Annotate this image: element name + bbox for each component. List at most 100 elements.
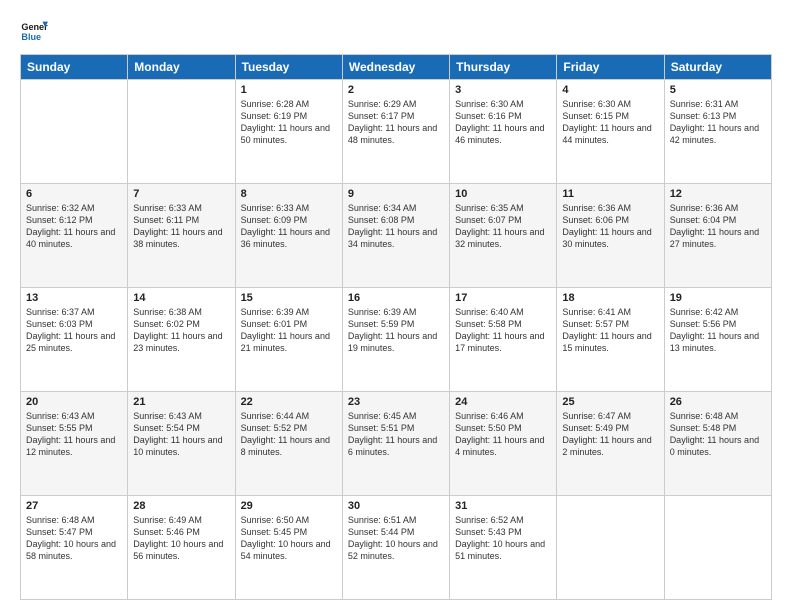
day-number: 13 [26, 292, 122, 304]
day-number: 27 [26, 500, 122, 512]
calendar-cell: 6 Sunrise: 6:32 AM Sunset: 6:12 PM Daylig… [21, 184, 128, 288]
calendar-table: SundayMondayTuesdayWednesdayThursdayFrid… [20, 54, 772, 600]
day-number: 7 [133, 188, 229, 200]
day-number: 28 [133, 500, 229, 512]
calendar-cell: 25 Sunrise: 6:47 AM Sunset: 5:49 PM Dayli… [557, 392, 664, 496]
day-number: 1 [241, 84, 337, 96]
day-number: 26 [670, 396, 766, 408]
day-content: Sunrise: 6:33 AM Sunset: 6:09 PM Dayligh… [241, 202, 337, 251]
calendar-cell: 18Sunrise: 6:41 AM Sunset: 5:57 PM Dayli… [557, 288, 664, 392]
calendar-week-1: 1 Sunrise: 6:28 AM Sunset: 6:19 PM Daylig… [21, 80, 772, 184]
calendar-cell: 28 Sunrise: 6:49 AM Sunset: 5:46 PM Dayli… [128, 496, 235, 600]
calendar-cell: 17 Sunrise: 6:40 AM Sunset: 5:58 PM Dayli… [450, 288, 557, 392]
day-number: 15 [241, 292, 337, 304]
calendar-week-2: 6 Sunrise: 6:32 AM Sunset: 6:12 PM Daylig… [21, 184, 772, 288]
calendar-cell: 13 Sunrise: 6:37 AM Sunset: 6:03 PM Dayli… [21, 288, 128, 392]
day-number: 17 [455, 292, 551, 304]
day-content: Sunrise: 6:48 AM Sunset: 5:48 PM Dayligh… [670, 410, 766, 459]
calendar-cell: 21Sunrise: 6:43 AM Sunset: 5:54 PM Dayli… [128, 392, 235, 496]
calendar-cell: 20Sunrise: 6:43 AM Sunset: 5:55 PM Dayli… [21, 392, 128, 496]
day-number: 8 [241, 188, 337, 200]
day-header-saturday: Saturday [664, 55, 771, 80]
logo-icon: General Blue [20, 16, 48, 44]
day-number: 16 [348, 292, 444, 304]
calendar-header-row: SundayMondayTuesdayWednesdayThursdayFrid… [21, 55, 772, 80]
calendar-cell: 24 Sunrise: 6:46 AM Sunset: 5:50 PM Dayli… [450, 392, 557, 496]
day-number: 25 [562, 396, 658, 408]
calendar-cell: 4 Sunrise: 6:30 AM Sunset: 6:15 PM Daylig… [557, 80, 664, 184]
calendar-week-3: 13 Sunrise: 6:37 AM Sunset: 6:03 PM Dayli… [21, 288, 772, 392]
calendar-cell: 22 Sunrise: 6:44 AM Sunset: 5:52 PM Dayli… [235, 392, 342, 496]
day-content: Sunrise: 6:50 AM Sunset: 5:45 PM Dayligh… [241, 514, 337, 563]
calendar-cell: 9 Sunrise: 6:34 AM Sunset: 6:08 PM Daylig… [342, 184, 449, 288]
day-content: Sunrise: 6:34 AM Sunset: 6:08 PM Dayligh… [348, 202, 444, 251]
day-content: Sunrise: 6:36 AM Sunset: 6:06 PM Dayligh… [562, 202, 658, 251]
calendar-cell [557, 496, 664, 600]
day-number: 31 [455, 500, 551, 512]
day-content: Sunrise: 6:30 AM Sunset: 6:15 PM Dayligh… [562, 98, 658, 147]
logo: General Blue [20, 16, 52, 44]
day-content: Sunrise: 6:46 AM Sunset: 5:50 PM Dayligh… [455, 410, 551, 459]
day-number: 5 [670, 84, 766, 96]
calendar-week-5: 27 Sunrise: 6:48 AM Sunset: 5:47 PM Dayli… [21, 496, 772, 600]
calendar-cell: 3 Sunrise: 6:30 AM Sunset: 6:16 PM Daylig… [450, 80, 557, 184]
day-header-thursday: Thursday [450, 55, 557, 80]
day-content: Sunrise: 6:49 AM Sunset: 5:46 PM Dayligh… [133, 514, 229, 563]
calendar-cell [664, 496, 771, 600]
day-content: Sunrise: 6:51 AM Sunset: 5:44 PM Dayligh… [348, 514, 444, 563]
day-number: 11 [562, 188, 658, 200]
calendar-cell: 14 Sunrise: 6:38 AM Sunset: 6:02 PM Dayli… [128, 288, 235, 392]
calendar-cell: 30Sunrise: 6:51 AM Sunset: 5:44 PM Dayli… [342, 496, 449, 600]
calendar-cell: 7 Sunrise: 6:33 AM Sunset: 6:11 PM Daylig… [128, 184, 235, 288]
day-number: 14 [133, 292, 229, 304]
day-content: Sunrise: 6:47 AM Sunset: 5:49 PM Dayligh… [562, 410, 658, 459]
day-number: 12 [670, 188, 766, 200]
day-content: Sunrise: 6:42 AM Sunset: 5:56 PM Dayligh… [670, 306, 766, 355]
page: General Blue SundayMondayTuesdayWednesda… [0, 0, 792, 612]
calendar-cell: 12 Sunrise: 6:36 AM Sunset: 6:04 PM Dayli… [664, 184, 771, 288]
calendar-cell: 8 Sunrise: 6:33 AM Sunset: 6:09 PM Daylig… [235, 184, 342, 288]
day-number: 24 [455, 396, 551, 408]
calendar-cell: 2Sunrise: 6:29 AM Sunset: 6:17 PM Daylig… [342, 80, 449, 184]
day-number: 10 [455, 188, 551, 200]
day-content: Sunrise: 6:43 AM Sunset: 5:54 PM Dayligh… [133, 410, 229, 459]
day-content: Sunrise: 6:30 AM Sunset: 6:16 PM Dayligh… [455, 98, 551, 147]
calendar-cell: 23Sunrise: 6:45 AM Sunset: 5:51 PM Dayli… [342, 392, 449, 496]
calendar-cell: 1 Sunrise: 6:28 AM Sunset: 6:19 PM Daylig… [235, 80, 342, 184]
day-number: 6 [26, 188, 122, 200]
day-content: Sunrise: 6:40 AM Sunset: 5:58 PM Dayligh… [455, 306, 551, 355]
header: General Blue [20, 16, 772, 44]
day-number: 9 [348, 188, 444, 200]
day-number: 19 [670, 292, 766, 304]
day-header-friday: Friday [557, 55, 664, 80]
calendar-cell: 16Sunrise: 6:39 AM Sunset: 5:59 PM Dayli… [342, 288, 449, 392]
day-content: Sunrise: 6:35 AM Sunset: 6:07 PM Dayligh… [455, 202, 551, 251]
day-header-wednesday: Wednesday [342, 55, 449, 80]
day-content: Sunrise: 6:32 AM Sunset: 6:12 PM Dayligh… [26, 202, 122, 251]
day-content: Sunrise: 6:31 AM Sunset: 6:13 PM Dayligh… [670, 98, 766, 147]
day-content: Sunrise: 6:28 AM Sunset: 6:19 PM Dayligh… [241, 98, 337, 147]
day-content: Sunrise: 6:36 AM Sunset: 6:04 PM Dayligh… [670, 202, 766, 251]
day-content: Sunrise: 6:37 AM Sunset: 6:03 PM Dayligh… [26, 306, 122, 355]
calendar-cell: 10 Sunrise: 6:35 AM Sunset: 6:07 PM Dayli… [450, 184, 557, 288]
day-content: Sunrise: 6:48 AM Sunset: 5:47 PM Dayligh… [26, 514, 122, 563]
day-number: 3 [455, 84, 551, 96]
day-content: Sunrise: 6:33 AM Sunset: 6:11 PM Dayligh… [133, 202, 229, 251]
day-number: 22 [241, 396, 337, 408]
calendar-week-4: 20Sunrise: 6:43 AM Sunset: 5:55 PM Dayli… [21, 392, 772, 496]
day-header-monday: Monday [128, 55, 235, 80]
calendar-cell: 31Sunrise: 6:52 AM Sunset: 5:43 PM Dayli… [450, 496, 557, 600]
calendar-cell: 26 Sunrise: 6:48 AM Sunset: 5:48 PM Dayli… [664, 392, 771, 496]
day-header-sunday: Sunday [21, 55, 128, 80]
day-content: Sunrise: 6:44 AM Sunset: 5:52 PM Dayligh… [241, 410, 337, 459]
day-content: Sunrise: 6:29 AM Sunset: 6:17 PM Dayligh… [348, 98, 444, 147]
day-content: Sunrise: 6:38 AM Sunset: 6:02 PM Dayligh… [133, 306, 229, 355]
day-number: 23 [348, 396, 444, 408]
day-number: 4 [562, 84, 658, 96]
svg-text:Blue: Blue [21, 32, 41, 42]
calendar-cell: 29Sunrise: 6:50 AM Sunset: 5:45 PM Dayli… [235, 496, 342, 600]
calendar-cell: 11 Sunrise: 6:36 AM Sunset: 6:06 PM Dayli… [557, 184, 664, 288]
calendar-cell [21, 80, 128, 184]
calendar-cell: 5 Sunrise: 6:31 AM Sunset: 6:13 PM Daylig… [664, 80, 771, 184]
calendar-cell: 27 Sunrise: 6:48 AM Sunset: 5:47 PM Dayli… [21, 496, 128, 600]
